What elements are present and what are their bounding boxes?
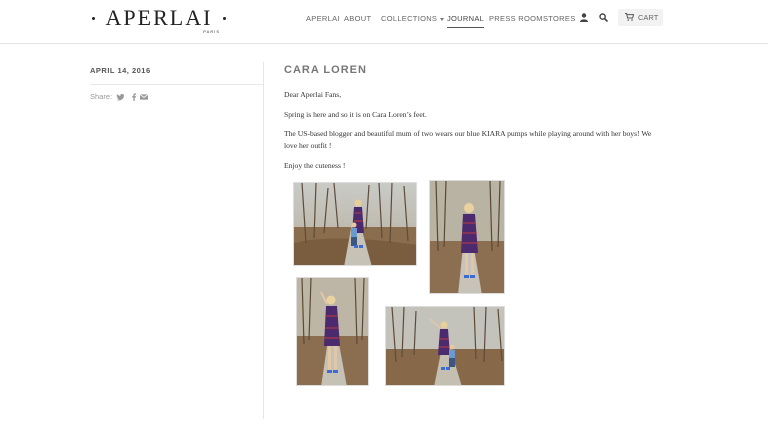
cart-label: CART bbox=[638, 13, 659, 22]
twitter-icon[interactable] bbox=[116, 93, 124, 101]
post-paragraph-closing: Enjoy the cuteness ! bbox=[284, 161, 346, 170]
email-icon[interactable] bbox=[140, 93, 148, 101]
post-paragraph-body: The US-based blogger and beautiful mum o… bbox=[284, 129, 652, 150]
chevron-down-icon bbox=[440, 17, 445, 21]
post-paragraph-intro: Spring is here and so it is on Cara Lore… bbox=[284, 110, 427, 119]
post-paragraph-greeting: Dear Aperlai Fans, bbox=[284, 90, 342, 99]
column-divider bbox=[263, 62, 264, 419]
site-header: APERLAI PARIS APERLAI ABOUT COLLECTIONS … bbox=[0, 0, 768, 44]
post-title: CARA LOREN bbox=[284, 64, 367, 76]
aperlai-logo[interactable]: APERLAI PARIS bbox=[90, 6, 228, 34]
logo-wordmark: APERLAI bbox=[105, 5, 213, 30]
cart-button[interactable]: CART bbox=[618, 9, 663, 26]
nav-collections[interactable]: COLLECTIONS bbox=[381, 14, 445, 23]
cart-icon bbox=[625, 13, 634, 21]
share-label: Share: bbox=[90, 92, 113, 101]
nav-aperlai[interactable]: APERLAI bbox=[306, 14, 340, 23]
photo-woman-with-child-pointing[interactable] bbox=[385, 306, 505, 386]
nav-about[interactable]: ABOUT bbox=[344, 14, 371, 23]
photo-woman-standing[interactable] bbox=[429, 180, 505, 294]
nav-journal[interactable]: JOURNAL bbox=[447, 14, 485, 28]
facebook-icon[interactable] bbox=[130, 93, 138, 101]
nav-press-room[interactable]: PRESS ROOM bbox=[489, 14, 543, 23]
nav-collections-label: COLLECTIONS bbox=[381, 14, 438, 23]
sidebar-divider bbox=[90, 84, 263, 85]
search-icon[interactable] bbox=[599, 13, 608, 22]
user-icon[interactable] bbox=[580, 13, 588, 22]
photo-woman-waving[interactable] bbox=[296, 277, 369, 386]
logo-dot-right bbox=[223, 17, 226, 20]
nav-stores[interactable]: STORES bbox=[543, 14, 576, 23]
logo-subtitle: PARIS bbox=[203, 29, 220, 34]
photo-woman-with-child[interactable] bbox=[293, 182, 417, 266]
post-date: APRIL 14, 2016 bbox=[90, 66, 151, 75]
